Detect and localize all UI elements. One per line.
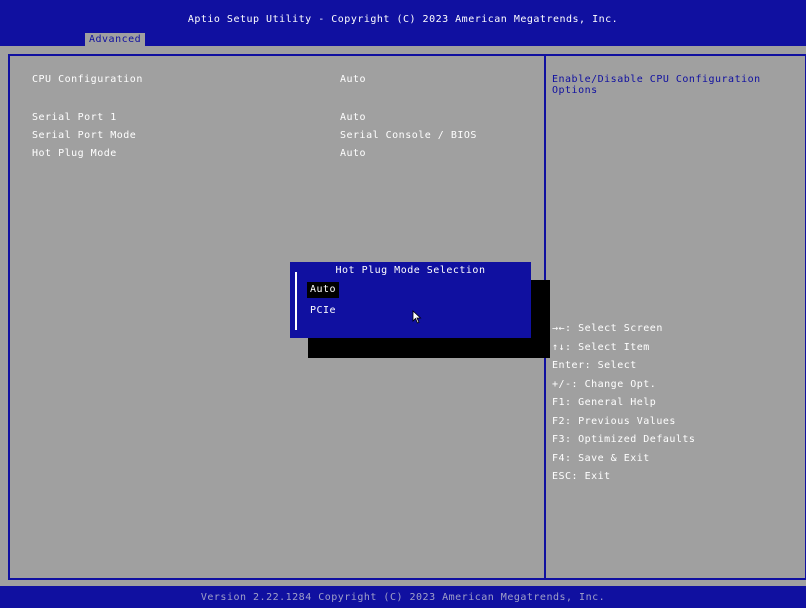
key-hint: →←: Select Screen <box>552 323 663 334</box>
key-hint: Enter: Select <box>552 360 637 371</box>
setting-value-serial-port[interactable]: Auto <box>340 112 366 123</box>
bios-screen: Aptio Setup Utility - Copyright (C) 2023… <box>0 0 806 608</box>
key-hint: +/-: Change Opt. <box>552 378 657 390</box>
key-hint: F1: General Help <box>552 397 657 408</box>
setting-label-hot-plug[interactable]: Hot Plug Mode <box>32 148 117 159</box>
setting-value-cpu[interactable]: Auto <box>340 74 366 85</box>
title-bar: Aptio Setup Utility - Copyright (C) 2023… <box>0 0 806 46</box>
key-hint: F4: Save & Exit <box>552 452 650 464</box>
setting-label-cpu[interactable]: CPU Configuration <box>32 74 143 85</box>
footer-version: Version 2.22.1284 Copyright (C) 2023 Ame… <box>200 592 606 603</box>
popup-border <box>295 272 297 330</box>
help-description: Enable/Disable CPU Configuration Options <box>552 74 761 96</box>
key-hint: ↑↓: Select Item <box>552 341 650 353</box>
selection-popup: Hot Plug Mode Selection Auto PCIe <box>290 262 531 338</box>
popup-option-auto[interactable]: Auto <box>307 282 340 298</box>
help-panel: Enable/Disable CPU Configuration Options… <box>544 54 806 580</box>
key-hint: F3: Optimized Defaults <box>552 434 696 445</box>
setting-label-serial-mode[interactable]: Serial Port Mode <box>32 130 136 141</box>
setting-value-serial-mode[interactable]: Serial Console / BIOS <box>340 130 477 141</box>
key-hint: F2: Previous Values <box>552 415 676 427</box>
popup-title: Hot Plug Mode Selection <box>335 265 486 276</box>
setting-label-serial-port[interactable]: Serial Port 1 <box>32 112 117 123</box>
footer-bar: Version 2.22.1284 Copyright (C) 2023 Ame… <box>0 586 806 608</box>
key-hint: ESC: Exit <box>552 471 611 482</box>
setting-value-hot-plug[interactable]: Auto <box>340 148 366 159</box>
key-legend: →←: Select Screen ↑↓: Select Item Enter:… <box>552 320 695 487</box>
mouse-pointer-icon <box>412 310 422 324</box>
setup-title: Aptio Setup Utility - Copyright (C) 2023… <box>187 14 619 25</box>
tab-advanced[interactable]: Advanced <box>85 33 146 46</box>
popup-option-pcie[interactable]: PCIe <box>307 303 339 319</box>
